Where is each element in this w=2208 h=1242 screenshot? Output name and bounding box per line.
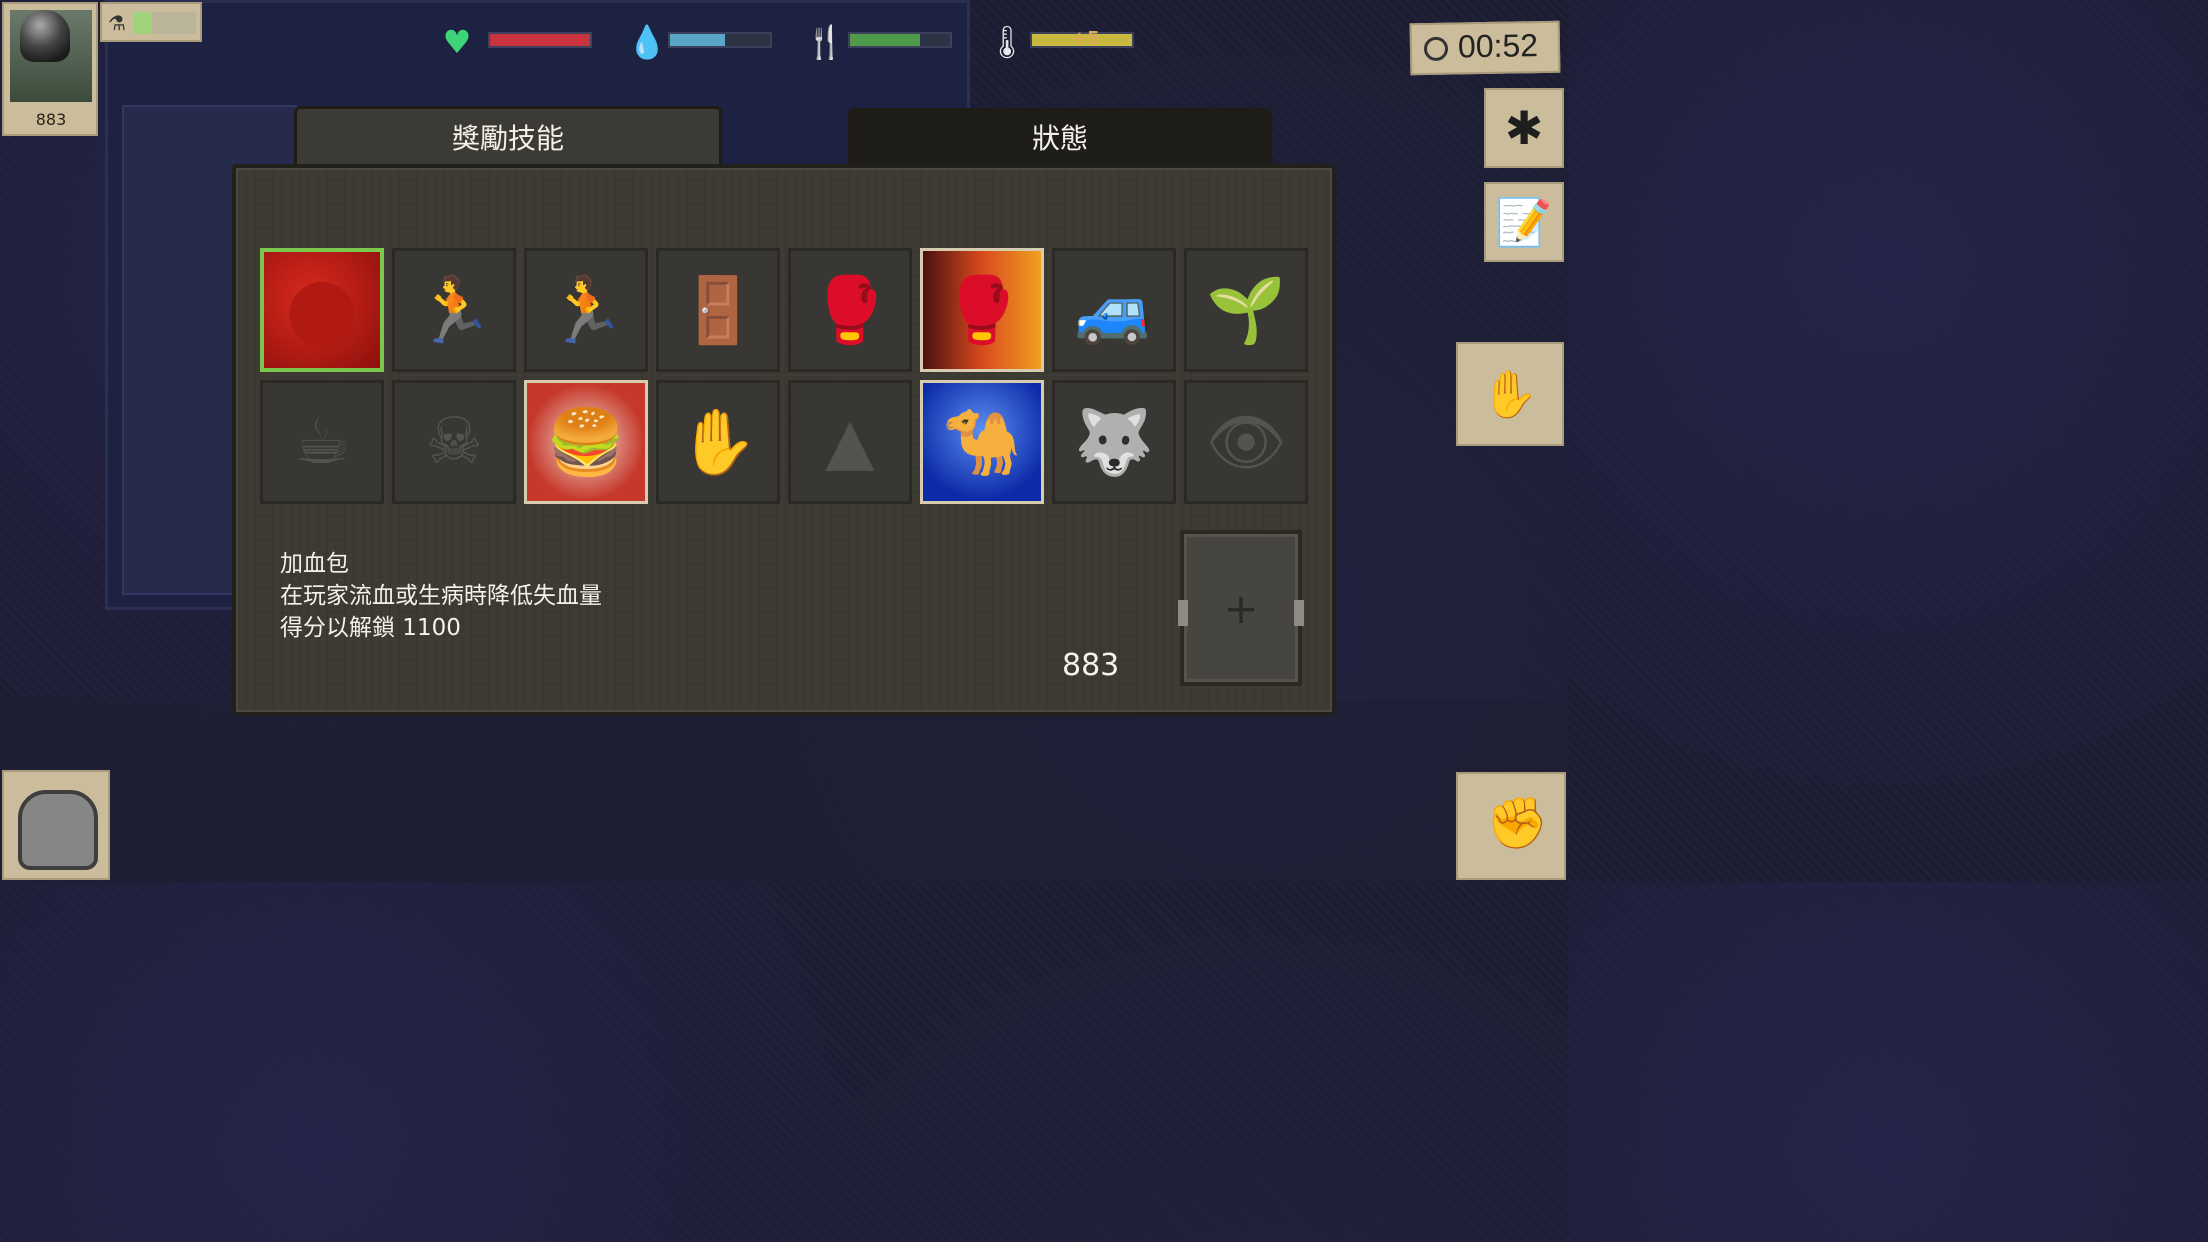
backpack-icon bbox=[18, 790, 98, 870]
coffee-mug-icon: ☕ bbox=[293, 405, 351, 479]
hand-action-button[interactable]: ✋ bbox=[1456, 342, 1564, 446]
plus-icon: + bbox=[1223, 583, 1259, 633]
notepad-icon: 📝 bbox=[1495, 194, 1553, 249]
backpack-button[interactable] bbox=[2, 770, 110, 880]
player-score: 883 bbox=[35, 110, 67, 129]
camel-icon: 🐪 bbox=[942, 405, 1022, 480]
fork-knife-icon: 🍴 bbox=[805, 23, 845, 61]
available-points: 883 bbox=[1062, 648, 1120, 683]
settings-button[interactable]: ✱ bbox=[1484, 88, 1564, 168]
running-people-icon: 🏃 bbox=[414, 273, 494, 348]
wolf-icon: 🐺 bbox=[1074, 405, 1154, 480]
skill-slot-coffee-mug[interactable]: ☕ bbox=[260, 380, 384, 504]
temperature-value: +5 bbox=[1072, 28, 1100, 49]
skill-slot-sprinter[interactable]: 🏃 bbox=[524, 248, 648, 372]
food-bar bbox=[848, 32, 952, 48]
skill-slot-truck[interactable]: 🚙 bbox=[1052, 248, 1176, 372]
skill-slot-plant[interactable]: 🌱 bbox=[1184, 248, 1308, 372]
plant-icon: 🌱 bbox=[1206, 273, 1286, 348]
skill-slot-spikes[interactable]: ▲ bbox=[788, 380, 912, 504]
light-status: ⚗ bbox=[100, 2, 202, 42]
eye-icon: 👁 bbox=[1205, 405, 1287, 480]
skill-description: 在玩家流血或生病時降低失血量 bbox=[280, 583, 602, 609]
background-ground bbox=[0, 700, 1568, 882]
swap-weapon-button[interactable]: ✊ bbox=[1456, 772, 1566, 880]
timer-text: 00:52 bbox=[1457, 27, 1539, 65]
boxer-icon: 🥊 bbox=[942, 273, 1022, 348]
helmet-icon bbox=[20, 10, 70, 62]
skull-icon: ☠ bbox=[425, 405, 483, 479]
skill-description-box: 加血包 在玩家流血或生病時降低失血量 得分以解鎖 1100 bbox=[280, 548, 602, 644]
spikes-icon: ▲ bbox=[825, 405, 875, 479]
fist-icon: ✊ bbox=[1486, 794, 1549, 852]
slot-clip-right bbox=[1294, 600, 1304, 626]
skill-slot-wolf[interactable]: 🐺 bbox=[1052, 380, 1176, 504]
tab-rewards[interactable]: 獎勵技能 bbox=[294, 106, 722, 168]
breaking-door-icon: 🚪 bbox=[678, 273, 758, 348]
tab-status[interactable]: 狀態 bbox=[848, 108, 1272, 164]
skill-slot-fighter-smoke[interactable]: 🥊 bbox=[788, 248, 912, 372]
journal-button[interactable]: 📝 bbox=[1484, 182, 1564, 262]
light-bar bbox=[134, 12, 196, 34]
skill-title: 加血包 bbox=[280, 551, 349, 577]
skill-slot-blood-cells[interactable]: ⬤ bbox=[260, 248, 384, 372]
skill-slot-eye[interactable]: 👁 bbox=[1184, 380, 1308, 504]
health-bar bbox=[488, 32, 592, 48]
gear-icon: ✱ bbox=[1504, 101, 1544, 155]
fighter-smoke-icon: 🥊 bbox=[810, 273, 890, 348]
sprinter-icon: 🏃 bbox=[546, 273, 626, 348]
player-portrait[interactable]: 883 bbox=[2, 2, 98, 136]
skill-slot-camel[interactable]: 🐪 bbox=[920, 380, 1044, 504]
add-skill-slot[interactable]: + bbox=[1178, 530, 1304, 686]
blood-cells-icon: ⬤ bbox=[286, 273, 358, 347]
burgers-icon: 🍔 bbox=[546, 405, 626, 480]
temperature-bar: +5 bbox=[1030, 28, 1134, 49]
skill-unlock-cost: 得分以解鎖 1100 bbox=[280, 615, 461, 641]
gloved-hand-icon: ✋ bbox=[678, 405, 758, 480]
truck-icon: 🚙 bbox=[1074, 273, 1154, 348]
skill-slot-running-people[interactable]: 🏃 bbox=[392, 248, 516, 372]
skill-slot-skull[interactable]: ☠ bbox=[392, 380, 516, 504]
lantern-icon: ⚗ bbox=[108, 11, 126, 35]
hand-icon: ✋ bbox=[1481, 366, 1539, 421]
game-timer: 00:52 bbox=[1409, 20, 1561, 76]
water-drop-icon: 💧 bbox=[627, 23, 667, 61]
heart-icon: ♥ bbox=[442, 23, 472, 61]
water-bar bbox=[668, 32, 772, 48]
skill-slot-boxer[interactable]: 🥊 bbox=[920, 248, 1044, 372]
clock-icon bbox=[1423, 36, 1449, 62]
skill-slot-gloved-hand[interactable]: ✋ bbox=[656, 380, 780, 504]
skill-slot-breaking-door[interactable]: 🚪 bbox=[656, 248, 780, 372]
slot-clip-left bbox=[1178, 600, 1188, 626]
thermometer-icon: 🌡 bbox=[986, 23, 1028, 61]
skill-slot-burgers[interactable]: 🍔 bbox=[524, 380, 648, 504]
